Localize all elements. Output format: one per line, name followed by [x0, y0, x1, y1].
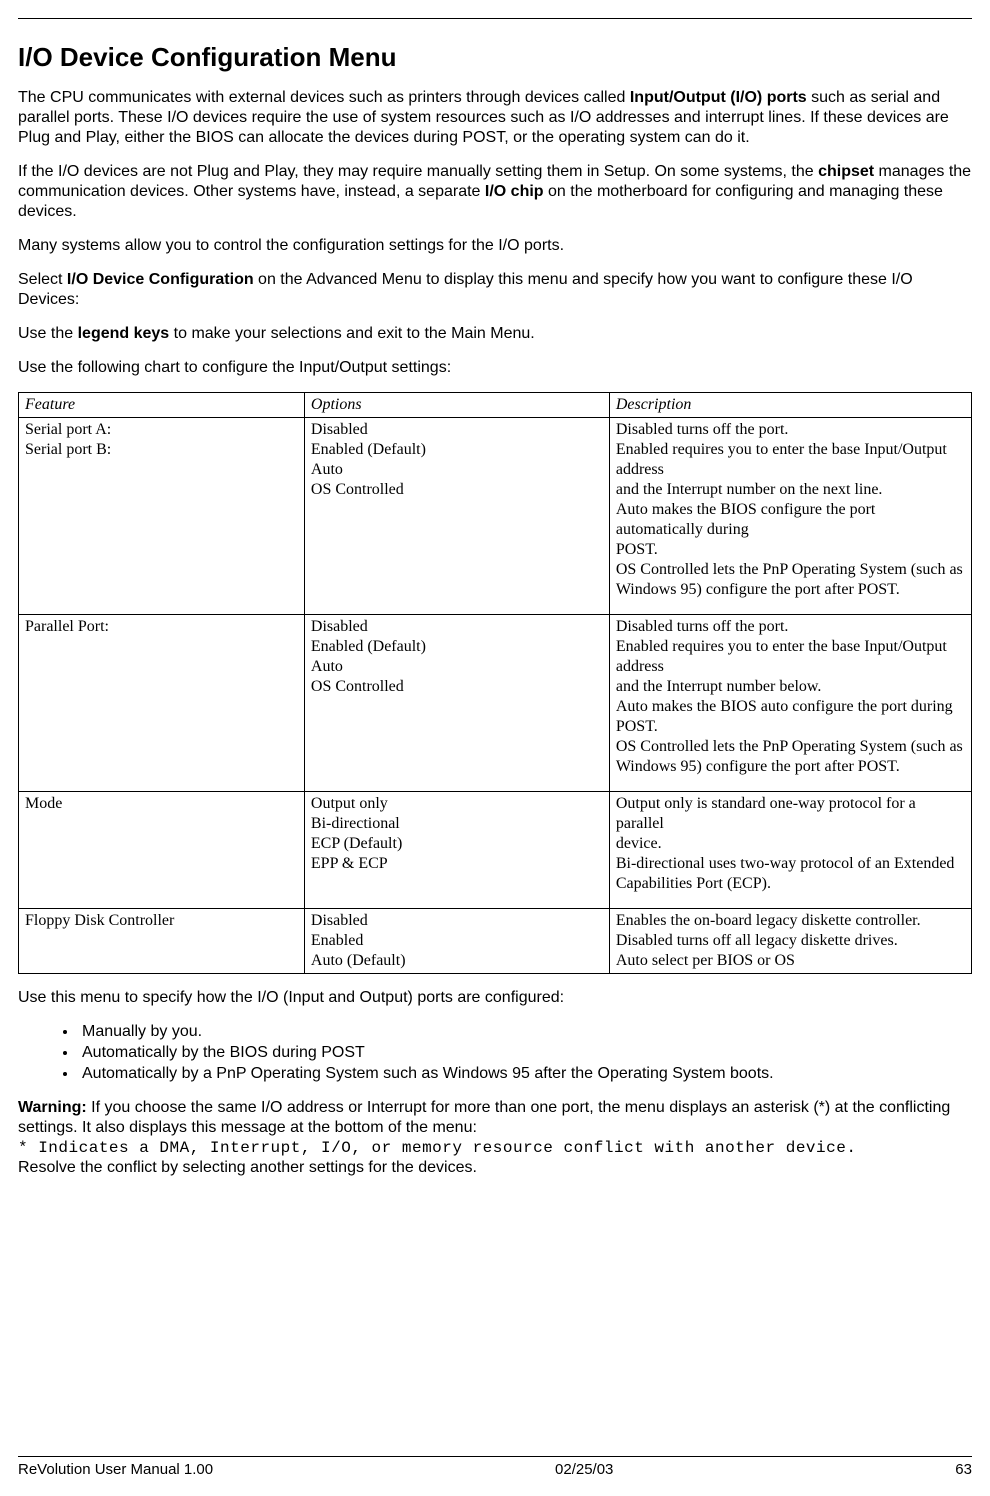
- footer-row: ReVolution User Manual 1.00 02/25/03 63: [18, 1461, 972, 1480]
- cell-options: DisabledEnabled (Default)AutoOS Controll…: [304, 417, 609, 614]
- option-line: Disabled: [311, 420, 603, 440]
- footer-rule: [18, 1456, 972, 1457]
- col-header-options: Options: [304, 392, 609, 417]
- bold-term: legend keys: [78, 325, 170, 342]
- cell-description: Output only is standard one-way protocol…: [609, 791, 971, 908]
- option-line: OS Controlled: [311, 677, 603, 697]
- option-line: Auto: [311, 657, 603, 677]
- description-line: OS Controlled lets the PnP Operating Sys…: [616, 737, 965, 757]
- text: Resolve the conflict by selecting anothe…: [18, 1159, 477, 1176]
- text: If you choose the same I/O address or In…: [18, 1099, 950, 1136]
- feature-line: Mode: [25, 794, 298, 814]
- after-table-intro: Use this menu to specify how the I/O (In…: [18, 988, 972, 1008]
- text: If the I/O devices are not Plug and Play…: [18, 163, 818, 180]
- table-row: Floppy Disk ControllerDisabledEnabledAut…: [19, 908, 972, 973]
- paragraph-5: Use the legend keys to make your selecti…: [18, 324, 972, 344]
- description-line: Disabled turns off the port.: [616, 420, 965, 440]
- paragraph-3: Many systems allow you to control the co…: [18, 236, 972, 256]
- description-line: OS Controlled lets the PnP Operating Sys…: [616, 560, 965, 580]
- cell-description: Disabled turns off the port.Enabled requ…: [609, 614, 971, 791]
- description-line: Output only is standard one-way protocol…: [616, 794, 965, 834]
- paragraph-1: The CPU communicates with external devic…: [18, 88, 972, 148]
- option-line: Output only: [311, 794, 603, 814]
- document-page: I/O Device Configuration Menu The CPU co…: [0, 0, 990, 1496]
- bullet-list: Manually by you.Automatically by the BIO…: [18, 1022, 972, 1084]
- page-title: I/O Device Configuration Menu: [18, 41, 972, 74]
- description-line: Auto makes the BIOS auto configure the p…: [616, 697, 965, 737]
- cell-description: Enables the on-board legacy diskette con…: [609, 908, 971, 973]
- bold-term: I/O Device Configuration: [67, 271, 254, 288]
- cell-feature: Floppy Disk Controller: [19, 908, 305, 973]
- text: to make your selections and exit to the …: [169, 325, 535, 342]
- cell-options: DisabledEnabledAuto (Default): [304, 908, 609, 973]
- paragraph-6: Use the following chart to configure the…: [18, 358, 972, 378]
- bold-term: I/O chip: [485, 183, 544, 200]
- description-line: and the Interrupt number on the next lin…: [616, 480, 965, 500]
- text: The CPU communicates with external devic…: [18, 89, 630, 106]
- warning-code: * Indicates a DMA, Interrupt, I/O, or me…: [18, 1139, 856, 1157]
- feature-line: Parallel Port:: [25, 617, 298, 637]
- table-row: Parallel Port:DisabledEnabled (Default)A…: [19, 614, 972, 791]
- cell-options: Output onlyBi-directionalECP (Default)EP…: [304, 791, 609, 908]
- cell-description: Disabled turns off the port.Enabled requ…: [609, 417, 971, 614]
- option-line: Auto: [311, 460, 603, 480]
- list-item: Automatically by the BIOS during POST: [78, 1043, 972, 1063]
- top-rule: [18, 18, 972, 19]
- option-line: ECP (Default): [311, 834, 603, 854]
- text: Select: [18, 271, 67, 288]
- description-line: Enabled requires you to enter the base I…: [616, 440, 965, 480]
- description-line: Auto select per BIOS or OS: [616, 951, 965, 971]
- option-line: Auto (Default): [311, 951, 603, 971]
- warning-paragraph: Warning: If you choose the same I/O addr…: [18, 1098, 972, 1178]
- option-line: Enabled (Default): [311, 637, 603, 657]
- description-line: Enabled requires you to enter the base I…: [616, 637, 965, 677]
- option-line: Enabled (Default): [311, 440, 603, 460]
- description-line: Windows 95) configure the port after POS…: [616, 580, 965, 600]
- description-line: Bi-directional uses two-way protocol of …: [616, 854, 965, 874]
- option-line: Enabled: [311, 931, 603, 951]
- paragraph-2: If the I/O devices are not Plug and Play…: [18, 162, 972, 222]
- feature-line: Floppy Disk Controller: [25, 911, 298, 931]
- bold-term: chipset: [818, 163, 874, 180]
- cell-feature: Parallel Port:: [19, 614, 305, 791]
- option-line: EPP & ECP: [311, 854, 603, 874]
- description-line: and the Interrupt number below.: [616, 677, 965, 697]
- list-item: Manually by you.: [78, 1022, 972, 1042]
- description-line: POST.: [616, 540, 965, 560]
- feature-line: Serial port B:: [25, 440, 298, 460]
- description-line: Capabilities Port (ECP).: [616, 874, 965, 894]
- feature-line: Serial port A:: [25, 420, 298, 440]
- page-footer: ReVolution User Manual 1.00 02/25/03 63: [18, 1456, 972, 1480]
- option-line: Disabled: [311, 911, 603, 931]
- warning-label: Warning:: [18, 1099, 87, 1116]
- option-line: Disabled: [311, 617, 603, 637]
- table-header-row: Feature Options Description: [19, 392, 972, 417]
- footer-right: 63: [955, 1461, 972, 1480]
- table-row: Serial port A:Serial port B:DisabledEnab…: [19, 417, 972, 614]
- description-line: device.: [616, 834, 965, 854]
- description-line: Disabled turns off all legacy diskette d…: [616, 931, 965, 951]
- config-table: Feature Options Description Serial port …: [18, 392, 972, 974]
- footer-left: ReVolution User Manual 1.00: [18, 1461, 213, 1480]
- col-header-feature: Feature: [19, 392, 305, 417]
- list-item: Automatically by a PnP Operating System …: [78, 1064, 972, 1084]
- description-line: Enables the on-board legacy diskette con…: [616, 911, 965, 931]
- bold-term: Input/Output (I/O) ports: [630, 89, 807, 106]
- description-line: Windows 95) configure the port after POS…: [616, 757, 965, 777]
- cell-feature: Serial port A:Serial port B:: [19, 417, 305, 614]
- text: Use the: [18, 325, 78, 342]
- description-line: Auto makes the BIOS configure the port a…: [616, 500, 965, 540]
- col-header-description: Description: [609, 392, 971, 417]
- footer-center: 02/25/03: [555, 1461, 613, 1480]
- option-line: Bi-directional: [311, 814, 603, 834]
- option-line: OS Controlled: [311, 480, 603, 500]
- cell-feature: Mode: [19, 791, 305, 908]
- description-line: Disabled turns off the port.: [616, 617, 965, 637]
- table-row: Mode Output onlyBi-directionalECP (Defaul…: [19, 791, 972, 908]
- paragraph-4: Select I/O Device Configuration on the A…: [18, 270, 972, 310]
- cell-options: DisabledEnabled (Default)AutoOS Controll…: [304, 614, 609, 791]
